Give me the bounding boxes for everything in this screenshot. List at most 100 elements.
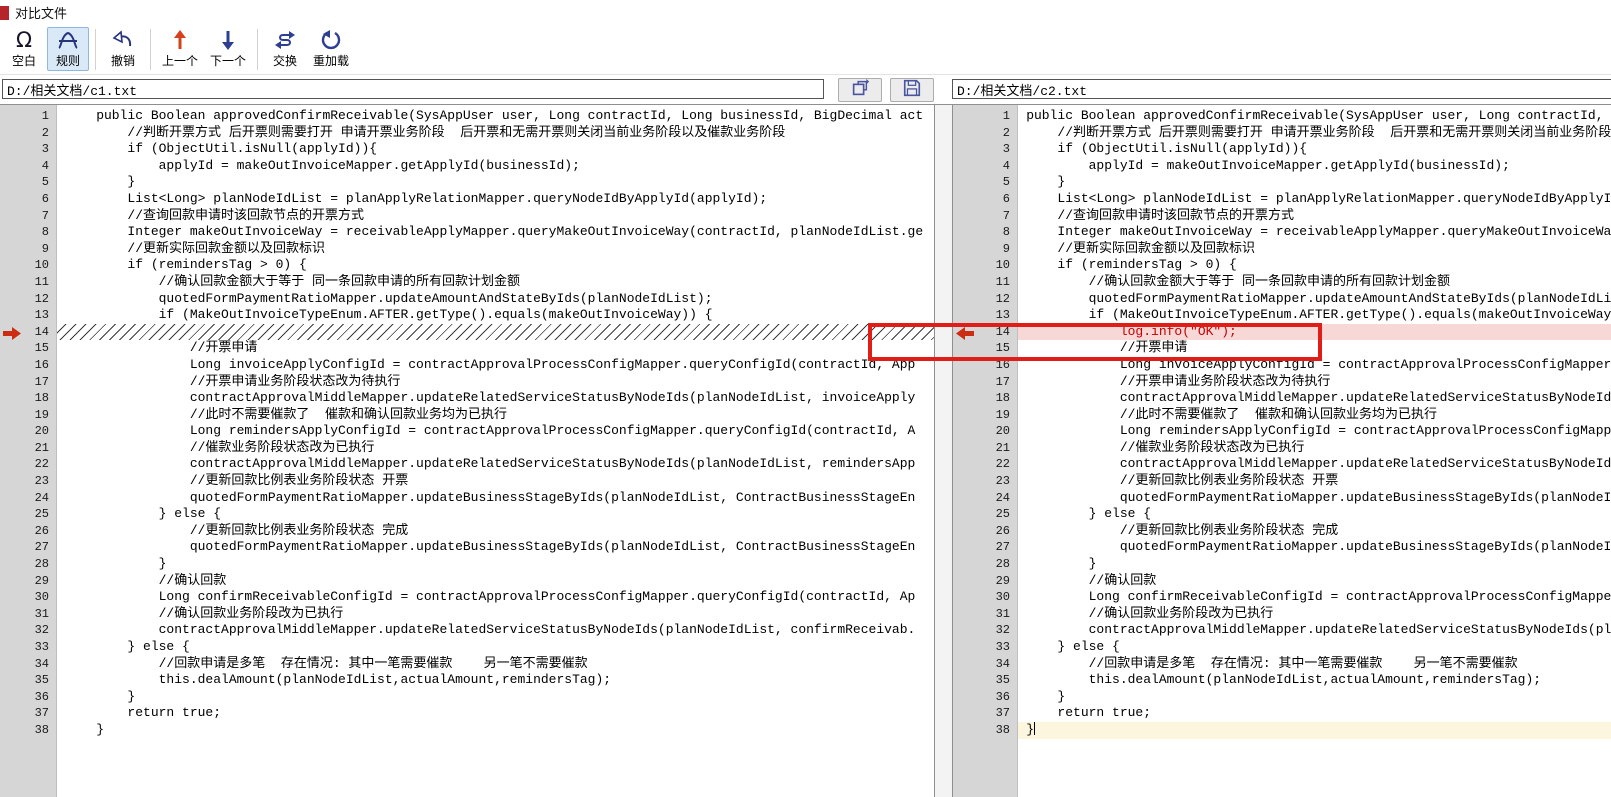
code-line-text: contractApprovalMiddleMapper.updateRelat… (65, 456, 915, 471)
window-title: 对比文件 (15, 3, 67, 22)
previous-diff-button[interactable]: 上一个 (157, 27, 203, 71)
next-diff-button[interactable]: 下一个 (205, 27, 251, 71)
line-number: 35 (953, 672, 1017, 689)
code-line-text: log.info("OK"); (1018, 324, 1237, 341)
code-line: //确认回款 (1018, 573, 1611, 590)
right-code-area[interactable]: public Boolean approvedConfirmReceivable… (1018, 105, 1611, 797)
line-number: 32 (0, 622, 56, 639)
code-line-text: Long confirmReceivableConfigId = contrac… (1018, 589, 1611, 606)
line-number: 9 (0, 241, 56, 258)
code-line: public Boolean approvedConfirmReceivable… (57, 108, 934, 125)
code-line-text: } (1018, 556, 1096, 573)
code-line: //确认回款业务阶段改为已执行 (1018, 606, 1611, 623)
code-line-text: //查询回款申请时该回款节点的开票方式 (1018, 208, 1294, 225)
line-number: 18 (0, 390, 56, 407)
code-line: //更新回款比例表业务阶段状态 完成 (57, 523, 934, 540)
code-line-text: List<Long> planNodeIdList = planApplyRel… (65, 191, 767, 206)
line-number: 7 (953, 208, 1017, 225)
code-line: if (MakeOutInvoiceTypeEnum.AFTER.getType… (57, 307, 934, 324)
code-line-text: quotedFormPaymentRatioMapper.updateBusin… (1018, 490, 1611, 507)
right-file-path-input[interactable] (952, 79, 1611, 99)
line-number: 13 (953, 307, 1017, 324)
line-number: 20 (953, 423, 1017, 440)
line-number: 24 (953, 490, 1017, 507)
left-code-area[interactable]: public Boolean approvedConfirmReceivable… (57, 105, 934, 797)
code-line: List<Long> planNodeIdList = planApplyRel… (57, 191, 934, 208)
code-line: //更新回款比例表业务阶段状态 完成 (1018, 523, 1611, 540)
line-number: 27 (953, 539, 1017, 556)
line-number: 27 (0, 539, 56, 556)
code-line: if (MakeOutInvoiceTypeEnum.AFTER.getType… (1018, 307, 1611, 324)
undo-icon (112, 29, 134, 51)
code-line-text: public Boolean approvedConfirmReceivable… (65, 108, 923, 123)
arrow-left-icon[interactable] (956, 327, 974, 340)
line-number: 2 (0, 125, 56, 142)
code-line: quotedFormPaymentRatioMapper.updateBusin… (57, 490, 934, 507)
code-line: return true; (1018, 705, 1611, 722)
code-line-text: //回款申请是多笔 存在情况: 其中一笔需要催款 另一笔不需要催款 (65, 656, 588, 671)
code-line-text: Long remindersApplyConfigId = contractAp… (65, 423, 915, 438)
code-line-text: return true; (65, 705, 221, 720)
app-icon (0, 6, 9, 20)
code-line-text: } (65, 722, 104, 737)
code-line: //确认回款业务阶段改为已执行 (57, 606, 934, 623)
code-line: contractApprovalMiddleMapper.updateRelat… (57, 390, 934, 407)
code-line-text: if (ObjectUtil.isNull(applyId)){ (65, 141, 377, 156)
code-line-text: } else { (65, 639, 190, 654)
arrow-right-icon[interactable] (3, 327, 21, 340)
code-line: //确认回款 (57, 573, 934, 590)
code-line-text: //回款申请是多笔 存在情况: 其中一笔需要催款 另一笔不需要催款 (1018, 656, 1518, 673)
line-number: 8 (0, 224, 56, 241)
line-number: 18 (953, 390, 1017, 407)
swap-button[interactable]: 交换 (264, 27, 306, 71)
code-line: this.dealAmount(planNodeIdList,actualAmo… (57, 672, 934, 689)
code-line: Integer makeOutInvoiceWay = receivableAp… (1018, 224, 1611, 241)
right-line-number-gutter: 1234567891011121314151617181920212223242… (953, 105, 1018, 797)
copy-to-pane-button[interactable] (838, 78, 882, 102)
code-line-text: if (MakeOutInvoiceTypeEnum.AFTER.getType… (1018, 307, 1611, 324)
code-line: applyId = makeOutInvoiceMapper.getApplyI… (1018, 158, 1611, 175)
code-line: quotedFormPaymentRatioMapper.updateBusin… (1018, 490, 1611, 507)
code-line: Long confirmReceivableConfigId = contrac… (1018, 589, 1611, 606)
code-line: //此时不需要催款了 催款和确认回款业务均为已执行 (1018, 407, 1611, 424)
save-button[interactable] (890, 78, 934, 102)
code-line: contractApprovalMiddleMapper.updateRelat… (57, 622, 934, 639)
code-line: //回款申请是多笔 存在情况: 其中一笔需要催款 另一笔不需要催款 (57, 656, 934, 673)
code-line-text: contractApprovalMiddleMapper.updateRelat… (1018, 390, 1611, 407)
line-number: 32 (953, 622, 1017, 639)
code-line: //确认回款金额大于等于 同一条回款申请的所有回款计划金额 (57, 274, 934, 291)
code-line: quotedFormPaymentRatioMapper.updateBusin… (57, 539, 934, 556)
code-line-text: } (1018, 689, 1065, 706)
code-line-text: //确认回款 (65, 573, 226, 588)
rules-button[interactable]: 规则 (47, 27, 89, 71)
undo-button[interactable]: 撤销 (102, 27, 144, 71)
code-line: } else { (1018, 639, 1611, 656)
code-line-text: //确认回款金额大于等于 同一条回款申请的所有回款计划金额 (65, 274, 520, 289)
code-line: //更新实际回款金额以及回款标识 (57, 241, 934, 258)
code-line-text: contractApprovalMiddleMapper.updateRelat… (1018, 456, 1611, 473)
line-number: 25 (953, 506, 1017, 523)
code-line: public Boolean approvedConfirmReceivable… (1018, 108, 1611, 125)
path-row (0, 78, 1611, 104)
code-line-text: this.dealAmount(planNodeIdList,actualAmo… (65, 672, 611, 687)
left-file-path-input[interactable] (2, 79, 824, 99)
code-line-text: quotedFormPaymentRatioMapper.updateBusin… (1018, 539, 1611, 556)
line-number: 4 (0, 158, 56, 175)
code-line: } (1018, 689, 1611, 706)
code-line-text: //确认回款业务阶段改为已执行 (1018, 606, 1273, 623)
line-number: 11 (953, 274, 1017, 291)
blank-button[interactable]: Ω 空白 (3, 27, 45, 71)
right-code-panel[interactable]: 1234567891011121314151617181920212223242… (952, 105, 1611, 797)
left-code-panel[interactable]: 1234567891011121314151617181920212223242… (0, 105, 935, 797)
code-line-text: //此时不需要催款了 催款和确认回款业务均为已执行 (65, 407, 507, 422)
reload-button[interactable]: 重加载 (308, 27, 354, 71)
code-line: quotedFormPaymentRatioMapper.updateBusin… (1018, 539, 1611, 556)
line-number: 3 (953, 141, 1017, 158)
line-number: 16 (0, 357, 56, 374)
code-line-text: } (65, 689, 135, 704)
code-line-text: } else { (1018, 506, 1151, 523)
line-number: 15 (0, 340, 56, 357)
code-line: //回款申请是多笔 存在情况: 其中一笔需要催款 另一笔不需要催款 (1018, 656, 1611, 673)
code-line-text: applyId = makeOutInvoiceMapper.getApplyI… (1018, 158, 1510, 175)
toolbar: Ω 空白 规则 撤销 上一个 下一个 (0, 25, 1611, 75)
